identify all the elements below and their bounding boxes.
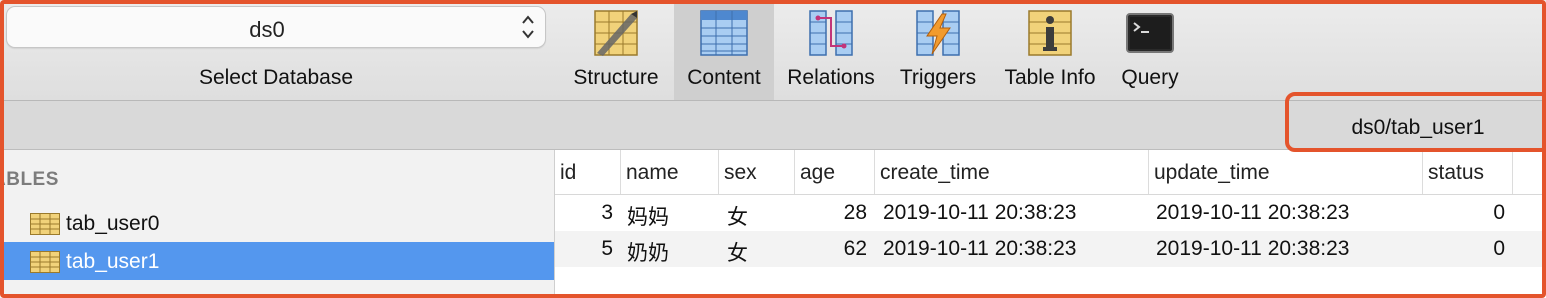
triggers-button[interactable]: Triggers <box>888 0 988 100</box>
table-info-label: Table Info <box>1004 66 1096 89</box>
relations-label: Relations <box>787 66 875 89</box>
table-info-icon <box>1028 10 1072 56</box>
tables-sidebar: ABLES tab_user0 tab_user1 <box>0 150 555 298</box>
sidebar-item-tab-user1[interactable]: tab_user1 <box>0 242 554 280</box>
column-header-create-time[interactable]: create_time <box>875 150 1149 194</box>
structure-icon <box>594 10 638 56</box>
cell-create-time[interactable]: 2019-10-11 20:38:23 <box>883 201 1076 225</box>
cell-update-time[interactable]: 2019-10-11 20:38:23 <box>1156 201 1349 225</box>
content-icon <box>700 10 748 56</box>
cell-create-time[interactable]: 2019-10-11 20:38:23 <box>883 237 1076 261</box>
toolbar: ds0 Select Database Structure Content Re… <box>0 0 1546 101</box>
column-header-sex[interactable]: sex <box>719 150 795 194</box>
chevron-up-down-icon <box>522 15 534 39</box>
relations-button[interactable]: Relations <box>778 0 884 100</box>
cell-sex[interactable]: 女 <box>727 201 748 231</box>
content-button[interactable]: Content <box>674 0 774 100</box>
column-header-name[interactable]: name <box>621 150 719 194</box>
sidebar-item-tab-user0[interactable]: tab_user0 <box>0 204 554 242</box>
triggers-icon <box>916 10 960 56</box>
cell-name[interactable]: 奶奶 <box>627 237 669 267</box>
query-icon <box>1126 13 1174 53</box>
table-info-button[interactable]: Table Info <box>994 0 1106 100</box>
column-header-age[interactable]: age <box>795 150 875 194</box>
cell-id[interactable]: 5 <box>555 237 613 261</box>
relations-icon <box>809 10 853 56</box>
table-row[interactable]: 3 妈妈 女 28 2019-10-11 20:38:23 2019-10-11… <box>555 195 1546 231</box>
table-name: tab_user1 <box>66 250 160 273</box>
table-row[interactable]: 5 奶奶 女 62 2019-10-11 20:38:23 2019-10-11… <box>555 231 1546 267</box>
cell-name[interactable]: 妈妈 <box>627 201 669 231</box>
database-select[interactable]: ds0 <box>6 6 546 48</box>
content-table: id name sex age create_time update_time … <box>555 150 1546 298</box>
cell-update-time[interactable]: 2019-10-11 20:38:23 <box>1156 237 1349 261</box>
cell-age[interactable]: 62 <box>795 237 867 261</box>
structure-label: Structure <box>573 66 659 89</box>
structure-button[interactable]: Structure <box>562 0 670 100</box>
database-select-value: ds0 <box>249 17 285 42</box>
column-header-update-time[interactable]: update_time <box>1149 150 1423 194</box>
cell-status[interactable]: 0 <box>1423 237 1505 261</box>
column-header-id[interactable]: id <box>555 150 621 194</box>
query-label: Query <box>1121 66 1179 89</box>
select-database-label: Select Database <box>198 66 354 89</box>
table-icon <box>30 213 60 235</box>
content-label: Content <box>687 66 761 89</box>
column-header-status[interactable]: status <box>1423 150 1513 194</box>
query-button[interactable]: Query <box>1110 0 1190 100</box>
tables-header: ABLES <box>0 169 59 190</box>
triggers-label: Triggers <box>899 66 977 89</box>
table-name: tab_user0 <box>66 212 160 235</box>
cell-sex[interactable]: 女 <box>727 237 748 267</box>
cell-status[interactable]: 0 <box>1423 201 1505 225</box>
breadcrumb: ds0/tab_user1 <box>1351 116 1485 139</box>
cell-age[interactable]: 28 <box>795 201 867 225</box>
table-icon <box>30 251 60 273</box>
cell-id[interactable]: 3 <box>555 201 613 225</box>
table-header: id name sex age create_time update_time … <box>555 150 1546 195</box>
